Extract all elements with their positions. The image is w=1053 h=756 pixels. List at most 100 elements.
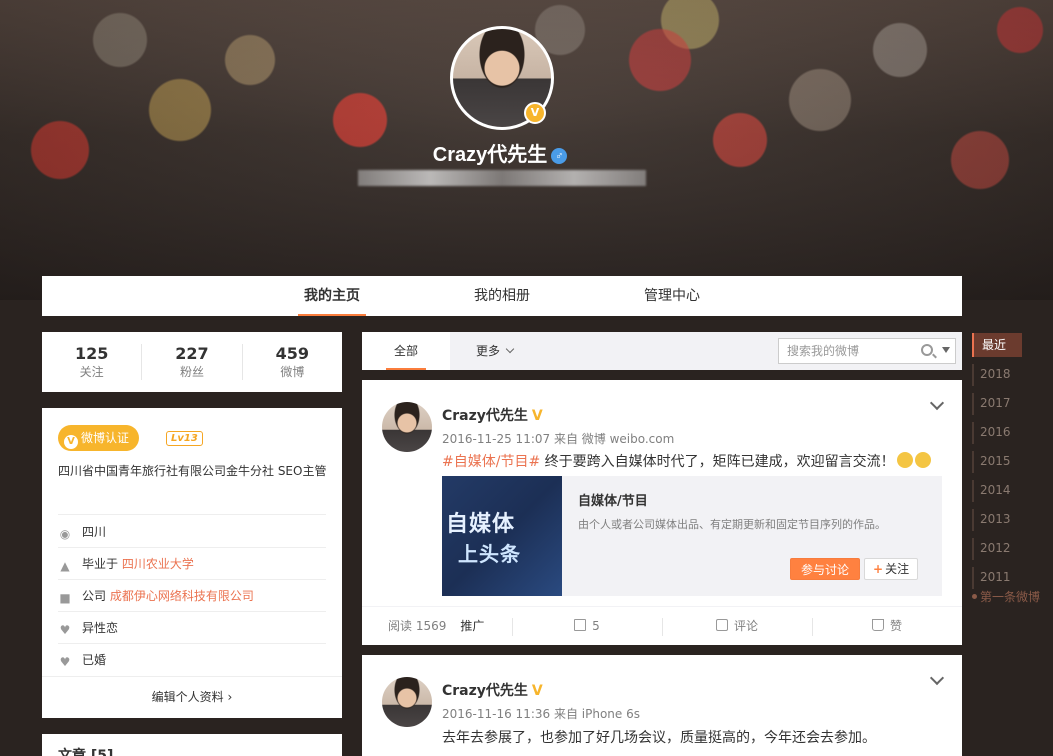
feed-tabs: 全部 更多 xyxy=(362,332,962,370)
info-company: ■ 公司 成都伊心网络科技有限公司 xyxy=(58,580,326,612)
info-location: ◉ 四川 xyxy=(58,516,326,548)
post-author-name: Crazy代先生 xyxy=(442,408,528,424)
post-text: #自媒体/节目# 终于要跨入自媒体时代了，矩阵已建成，欢迎留言交流！ xyxy=(442,452,942,471)
search-icon[interactable] xyxy=(921,344,933,356)
post-text: 去年去参展了，也参加了好几场会议，质量挺高的，今年还会去参加。 xyxy=(442,730,876,746)
profile-intro: 四川省中国青年旅行社有限公司金牛分社 SEO主管 xyxy=(58,464,327,478)
location-pin-icon: ◉ xyxy=(59,527,71,541)
verified-v-icon: V xyxy=(531,408,543,424)
timeline-year-2012[interactable]: 2012 xyxy=(972,536,1052,565)
tab-my-home[interactable]: 我的主页 xyxy=(298,276,366,316)
feed-search-box xyxy=(778,338,956,364)
weibo-verify-button[interactable]: V 微博认证 xyxy=(58,425,140,451)
follow-label: 关注 xyxy=(885,562,910,576)
post-author-name: Crazy代先生 xyxy=(442,683,528,699)
read-count-area: 阅读 1569 推广 xyxy=(362,607,512,646)
like-button[interactable]: 赞 xyxy=(812,607,962,646)
info-orientation: ♥ 异性恋 xyxy=(58,612,326,644)
thumbs-up-icon xyxy=(871,619,884,631)
post-action-bar: 阅读 1569 推广 5 评论 赞 xyxy=(362,606,962,645)
topic-share-card[interactable]: 自媒体 上头条 自媒体/节目 由个人或者公司媒体出品、有定期更新和固定节目序列的… xyxy=(442,476,942,596)
posts-label: 微博 xyxy=(280,365,305,379)
info-marital: ♥ 已婚 xyxy=(58,644,326,676)
level-badge[interactable]: Lv13 xyxy=(166,431,203,446)
feed-search-input[interactable] xyxy=(779,339,909,363)
timeline-year-2013[interactable]: 2013 xyxy=(972,507,1052,536)
timeline-recent[interactable]: 最近 xyxy=(972,333,1022,357)
year-timeline: 最近 2018 2017 2016 2015 2014 2013 2012 20… xyxy=(972,333,1052,605)
profile-tab-nav: 我的主页 我的相册 管理中心 xyxy=(42,276,962,316)
timeline-year-2014[interactable]: 2014 xyxy=(972,478,1052,507)
stat-posts[interactable]: 459 微博 xyxy=(243,344,342,380)
company-link[interactable]: 成都伊心网络科技有限公司 xyxy=(110,589,254,603)
graduation-cap-icon: ▲ xyxy=(60,559,70,573)
timeline-first-post[interactable]: 第一条微博 xyxy=(972,588,1052,605)
briefcase-icon: ■ xyxy=(59,591,71,605)
profile-name: Crazy代先生 xyxy=(432,144,548,166)
followers-count: 227 xyxy=(175,344,209,363)
blurred-bio xyxy=(358,170,646,186)
forward-count: 5 xyxy=(592,619,600,633)
comment-button[interactable]: 评论 xyxy=(662,607,812,646)
profile-name-row: Crazy代先生 ♂ xyxy=(0,138,1000,167)
share-card-description: 由个人或者公司媒体出品、有定期更新和固定节目序列的作品。 xyxy=(578,518,886,531)
double-heart-icon: ♥ xyxy=(59,655,71,669)
divider xyxy=(42,676,342,677)
post-avatar[interactable] xyxy=(382,402,432,452)
topic-link[interactable]: #自媒体/节目# xyxy=(442,454,540,470)
share-image-text-2: 上头条 xyxy=(458,542,521,566)
tab-management-center[interactable]: 管理中心 xyxy=(644,276,700,316)
comment-icon xyxy=(715,619,728,631)
post-avatar[interactable] xyxy=(382,677,432,727)
education-prefix: 毕业于 xyxy=(82,557,119,571)
following-count: 125 xyxy=(74,344,109,363)
followers-label: 粉丝 xyxy=(179,365,204,379)
dropdown-arrow-icon[interactable] xyxy=(942,347,950,353)
info-education: ▲ 毕业于 四川农业大学 xyxy=(58,548,326,580)
verified-v-icon: V xyxy=(64,435,78,449)
marital-value: 已婚 xyxy=(82,653,107,667)
tab-my-album[interactable]: 我的相册 xyxy=(474,276,530,316)
emoji-icon xyxy=(914,452,931,468)
heart-icon: ♥ xyxy=(59,623,71,637)
share-card-image: 自媒体 上头条 xyxy=(442,476,562,596)
divider xyxy=(58,514,326,515)
post-meta: 2016-11-16 11:36 来自 iPhone 6s xyxy=(442,707,640,721)
school-link[interactable]: 四川农业大学 xyxy=(122,557,194,571)
edit-profile-link[interactable]: 编辑个人资料 › xyxy=(42,688,342,705)
plus-icon: + xyxy=(873,562,884,576)
timeline-year-2018[interactable]: 2018 xyxy=(972,362,1052,391)
share-image-text-1: 自媒体 xyxy=(446,512,516,537)
profile-avatar[interactable]: V xyxy=(450,26,554,130)
follow-topic-button[interactable]: + 关注 xyxy=(864,558,919,580)
orientation-value: 异性恋 xyxy=(82,621,119,635)
chevron-down-icon xyxy=(505,344,515,354)
timeline-year-2017[interactable]: 2017 xyxy=(972,391,1052,420)
share-card-title: 自媒体/节目 xyxy=(578,494,648,509)
join-discussion-button[interactable]: 参与讨论 xyxy=(790,558,861,580)
feed-tab-all[interactable]: 全部 xyxy=(362,332,450,370)
post-author[interactable]: Crazy代先生 V xyxy=(442,405,543,425)
feed-tab-more-label: 更多 xyxy=(476,344,501,358)
weibo-post: Crazy代先生 V 2016-11-16 11:36 来自 iPhone 6s … xyxy=(362,655,962,756)
read-count: 阅读 1569 xyxy=(388,619,447,633)
timeline-year-2016[interactable]: 2016 xyxy=(972,420,1052,449)
comment-label: 评论 xyxy=(733,619,758,633)
feed-tab-more[interactable]: 更多 xyxy=(476,332,515,370)
timeline-year-2015[interactable]: 2015 xyxy=(972,449,1052,478)
post-author[interactable]: Crazy代先生 V xyxy=(442,680,543,700)
articles-title: 文章 [5] xyxy=(58,748,114,756)
company-prefix: 公司 xyxy=(82,589,107,603)
like-label: 赞 xyxy=(889,619,902,633)
promote-link[interactable]: 推广 xyxy=(460,619,484,633)
stat-followers[interactable]: 227 粉丝 xyxy=(142,344,243,380)
forward-icon xyxy=(574,619,587,631)
stat-following[interactable]: 125 关注 xyxy=(42,344,143,380)
verified-badge-icon: V xyxy=(524,102,546,124)
chevron-right-icon: › xyxy=(227,690,233,704)
articles-card[interactable]: 文章 [5] xyxy=(42,734,342,756)
post-body: 终于要跨入自媒体时代了，矩阵已建成，欢迎留言交流！ xyxy=(540,454,895,470)
forward-button[interactable]: 5 xyxy=(512,607,662,646)
post-options-chevron-icon[interactable] xyxy=(929,395,945,411)
post-options-chevron-icon[interactable] xyxy=(929,670,945,686)
